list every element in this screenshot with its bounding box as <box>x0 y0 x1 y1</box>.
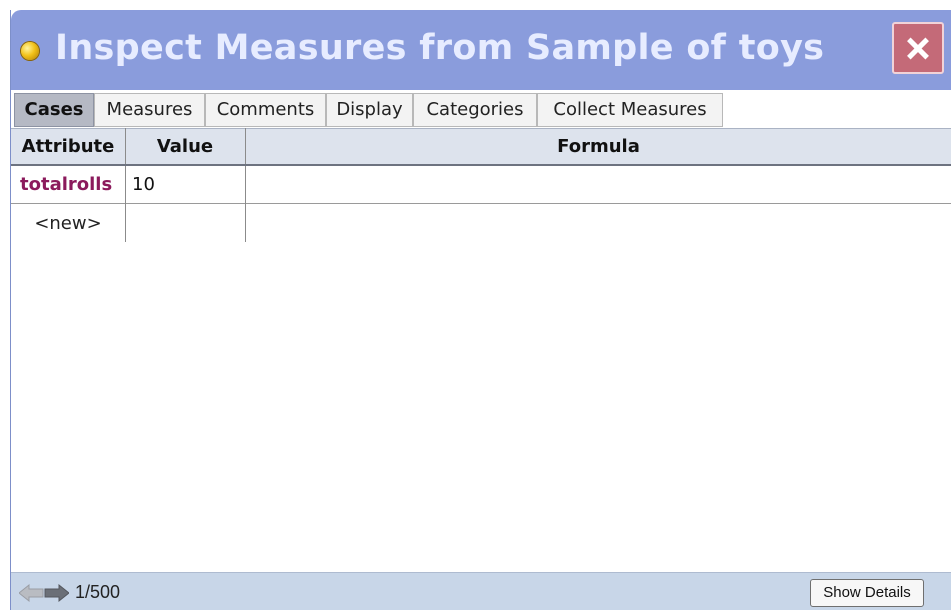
tab-collect-measures[interactable]: Collect Measures <box>537 93 723 127</box>
column-header-value[interactable]: Value <box>125 129 245 165</box>
status-bar: 1/500 Show Details <box>11 572 951 610</box>
arrow-left-icon[interactable] <box>19 583 45 603</box>
new-attribute-cell[interactable]: <new> <box>11 205 125 243</box>
title-bar[interactable]: Inspect Measures from Sample of toys <box>11 10 951 90</box>
tab-display[interactable]: Display <box>326 93 413 127</box>
tab-cases[interactable]: Cases <box>14 93 94 127</box>
show-details-button[interactable]: Show Details <box>810 579 924 607</box>
new-attribute-row: <new> <box>11 205 245 243</box>
attribute-name-cell[interactable]: totalrolls <box>20 166 112 204</box>
arrow-right-icon[interactable] <box>43 583 69 603</box>
case-counter: 1/500 <box>75 582 121 602</box>
tab-measures[interactable]: Measures <box>94 93 205 127</box>
tab-comments[interactable]: Comments <box>205 93 326 127</box>
column-header-formula[interactable]: Formula <box>245 129 951 165</box>
window-title: Inspect Measures from Sample of toys <box>55 28 825 68</box>
column-divider <box>245 166 246 242</box>
header-divider <box>125 128 126 164</box>
header-divider <box>245 128 246 164</box>
table-header: Attribute Value Formula <box>11 128 951 166</box>
column-header-attribute[interactable]: Attribute <box>11 129 125 165</box>
table-row: totalrolls 10 <box>11 166 951 204</box>
case-navigation <box>19 583 71 603</box>
close-button[interactable] <box>892 22 944 74</box>
yellow-dot-icon <box>21 42 39 60</box>
value-cell[interactable]: 10 <box>132 166 155 204</box>
inspector-window: Inspect Measures from Sample of toys Cas… <box>10 10 951 610</box>
tab-categories[interactable]: Categories <box>413 93 537 127</box>
